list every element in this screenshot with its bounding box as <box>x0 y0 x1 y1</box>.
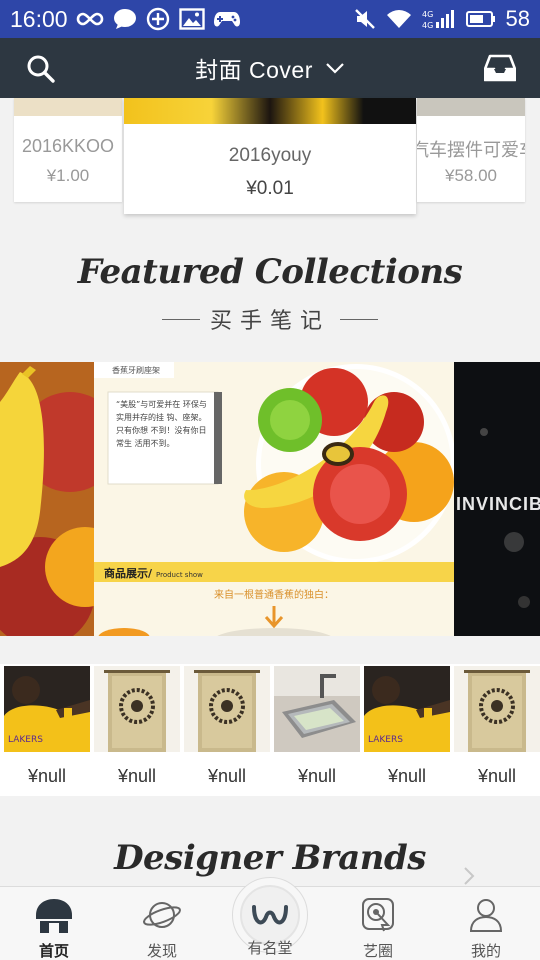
tab-label: 有名堂 <box>247 940 293 957</box>
product-price: ¥null <box>477 766 517 786</box>
svg-text:4G: 4G <box>422 10 433 19</box>
page-title: 封面 Cover <box>195 57 313 83</box>
curtain-photo <box>454 666 540 752</box>
tab-label: 发现 <box>146 943 177 960</box>
tab-label: 艺圈 <box>362 943 393 960</box>
image-icon <box>178 8 205 30</box>
mute-icon <box>354 9 375 29</box>
inbox-icon[interactable] <box>484 53 516 83</box>
product-price: ¥null <box>207 766 247 786</box>
thumbnail-product[interactable]: ¥null <box>452 666 540 792</box>
collection-banner-prev[interactable] <box>0 362 94 636</box>
chat-bubble-icon <box>113 9 136 29</box>
chevron-down-icon <box>326 63 344 74</box>
target-tap-icon <box>362 898 394 932</box>
product-price: ¥null <box>117 766 157 786</box>
product-price: ¥null <box>297 766 337 786</box>
product-image <box>417 98 525 116</box>
notification-icons <box>76 7 240 31</box>
infinity-icon <box>76 12 103 26</box>
user-icon <box>469 899 503 932</box>
home-icon <box>36 899 72 933</box>
product-thumbnail: LAKERS <box>4 666 90 752</box>
product-price: ¥58.00 <box>445 166 497 185</box>
planet-icon <box>143 902 181 928</box>
product-card[interactable]: 2016KKOO ¥1.00 <box>14 98 122 202</box>
cover-dropdown[interactable]: 封面 Cover <box>0 38 540 98</box>
thumbnail-product[interactable]: ¥null <box>272 666 360 792</box>
designer-brands-title: Designer Brands <box>114 838 426 878</box>
app-header: 封面 Cover <box>0 38 540 98</box>
wifi-icon <box>386 10 411 28</box>
product-show-heading: 商品展示/ <box>104 566 153 580</box>
thumbnail-product[interactable]: LAKERS ¥null <box>2 666 90 792</box>
tab-discover[interactable]: 发现 <box>108 887 216 960</box>
tab-label: 首页 <box>38 943 69 960</box>
banner-tag-text: 香蕉牙刷座架 <box>112 365 160 375</box>
product-thumbnail: LAKERS <box>364 666 450 752</box>
svg-text:LAKERS: LAKERS <box>368 735 403 745</box>
curtain-photo <box>184 666 270 752</box>
battery-icon <box>465 11 495 27</box>
collection-banner-next[interactable]: INVINCIBL <box>454 362 540 636</box>
thumbnail-product[interactable]: ¥null <box>182 666 270 792</box>
product-price: ¥null <box>27 766 67 786</box>
gamepad-icon <box>213 12 240 27</box>
product-card[interactable]: 汽车摆件可爱车 ¥58.00 <box>417 98 525 202</box>
product-thumbnail <box>184 666 270 752</box>
status-bar: 16:00 4G 4G 58 <box>0 0 540 38</box>
banana-product-photo: 香蕉牙刷座架 “美股”与可爱并在 环保与实用并存的挂 钩、座架。只有你想 不到！… <box>94 362 454 636</box>
product-card-featured[interactable]: 2016youy ¥0.01 <box>124 98 416 214</box>
curtain-photo <box>94 666 180 752</box>
product-price: ¥1.00 <box>46 166 90 185</box>
collection-banner-current[interactable]: 香蕉牙刷座架 “美股”与可爱并在 环保与实用并存的挂 钩、座架。只有你想 不到！… <box>94 362 454 636</box>
svg-text:LAKERS: LAKERS <box>8 735 43 745</box>
fruit-photo <box>0 362 94 636</box>
player-photo: LAKERS <box>364 666 450 752</box>
svg-text:4G: 4G <box>422 21 433 30</box>
banner-right-text: INVINCIBL <box>456 494 540 514</box>
chevron-right-icon[interactable] <box>462 866 476 886</box>
subtitle-text: 买手笔记 <box>209 308 330 333</box>
product-image <box>14 98 122 116</box>
thumbnail-product[interactable]: LAKERS ¥null <box>362 666 450 792</box>
circle-plus-icon <box>146 7 169 31</box>
banner-caption: 来自一根普通香蕉的独白： <box>214 588 334 601</box>
product-price: ¥null <box>387 766 427 786</box>
4g-signal-icon: 4G4G <box>422 10 454 30</box>
banner-description: “美股”与可爱并在 环保与实用并存的挂 钩、座架。只有你想 不到！没有你日常生 … <box>116 400 207 448</box>
featured-collections-title: Featured Collections <box>77 252 463 292</box>
status-time: 16:00 <box>10 5 68 32</box>
divider <box>340 318 378 320</box>
w-logo-icon <box>252 905 288 925</box>
product-price: ¥0.01 <box>246 178 294 199</box>
player-photo: LAKERS <box>4 666 90 752</box>
center-button <box>240 885 300 945</box>
app-screen: 16:00 4G 4G 58 封面 Cover 2016KKOO ¥1.00 2… <box>0 0 540 960</box>
tab-mine[interactable]: 我的 <box>432 887 540 960</box>
featured-collections-subtitle: 买手笔记 <box>0 303 540 335</box>
product-image <box>124 98 416 124</box>
product-name: 汽车摆件可爱车 <box>417 140 525 160</box>
system-icons: 4G 4G 58 <box>354 6 530 32</box>
divider <box>161 318 200 320</box>
battery-percent: 58 <box>505 6 530 31</box>
product-name: 2016youy <box>228 145 312 166</box>
collection-products-row[interactable]: LAKERS ¥null ¥null ¥null ¥null LAKERS ¥n… <box>0 664 540 796</box>
tab-label: 我的 <box>470 943 501 960</box>
thumbnail-product[interactable]: ¥null <box>92 666 180 792</box>
tab-art-circle[interactable]: 艺圈 <box>324 887 432 960</box>
tab-home[interactable]: 首页 <box>0 887 108 960</box>
sink-photo <box>274 666 360 752</box>
product-thumbnail <box>94 666 180 752</box>
product-name: 2016KKOO <box>21 136 115 156</box>
product-thumbnail <box>274 666 360 752</box>
product-thumbnail <box>454 666 540 752</box>
bottom-navigation: 首页 发现 有名堂 艺圈 我的 <box>0 877 540 960</box>
top-product-carousel[interactable]: 2016KKOO ¥1.00 2016youy ¥0.01 汽车摆件可爱车 ¥5… <box>0 98 540 220</box>
product-show-sub: Product show <box>156 571 203 579</box>
